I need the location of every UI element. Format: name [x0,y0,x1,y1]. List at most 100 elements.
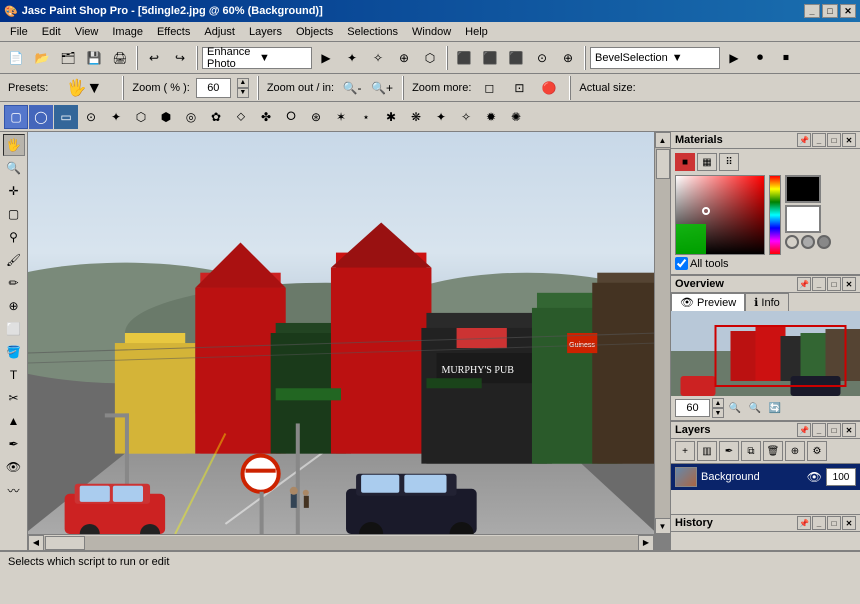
effect-e[interactable]: ✿ [204,105,228,129]
effect1[interactable]: ✦ [340,46,364,70]
zoom-up[interactable]: ▲ [237,78,249,88]
effect3[interactable]: ⊕ [392,46,416,70]
color3[interactable]: ⬛ [504,46,528,70]
menu-file[interactable]: File [4,24,34,40]
menu-view[interactable]: View [69,24,105,40]
script-stop[interactable]: ⏹ [774,46,798,70]
effect-f[interactable]: ⬦ [229,105,253,129]
overview-zoom-up[interactable]: ▲ [712,398,724,408]
overview-max[interactable]: □ [827,277,841,291]
scroll-v-track[interactable] [655,148,670,518]
scroll-h-thumb[interactable] [45,536,85,550]
layer-row-background[interactable]: Background 👁 [671,464,860,490]
enhance-photo-dropdown[interactable]: Enhance Photo ▼ [202,47,312,69]
overview-panel-controls[interactable]: 📌 _ □ ✕ [797,277,856,291]
background-swatch[interactable] [785,205,821,233]
new-button[interactable]: 📄 [4,46,28,70]
effect-j[interactable]: ✶ [329,105,353,129]
layers-panel-controls[interactable]: 📌 _ □ ✕ [797,423,856,437]
tool-text[interactable]: T [3,364,25,386]
effect-p[interactable]: ✹ [479,105,503,129]
tool-smudge[interactable]: 〰 [3,479,25,501]
zoom-more-1[interactable]: ◻ [477,76,501,100]
merge-button[interactable]: ⊕ [785,441,805,461]
menu-help[interactable]: Help [459,24,494,40]
tool-pencil[interactable]: ✏ [3,272,25,294]
materials-min[interactable]: _ [812,133,826,147]
layers-pin[interactable]: 📌 [797,423,811,437]
tool-pen[interactable]: ✒ [3,433,25,455]
vertical-scrollbar[interactable]: ▲ ▼ [654,132,670,534]
history-panel-controls[interactable]: 📌 _ □ ✕ [797,516,856,530]
tool-paint[interactable]: 🖌 [3,249,25,271]
menu-selections[interactable]: Selections [341,24,404,40]
tool-redeye[interactable]: 👁 [3,456,25,478]
layers-max[interactable]: □ [827,423,841,437]
scroll-down-button[interactable]: ▼ [655,518,671,534]
overview-preview-tab[interactable]: 👁 Preview [671,293,745,311]
menu-effects[interactable]: Effects [151,24,196,40]
color4[interactable]: ⊙ [530,46,554,70]
color1[interactable]: ⬛ [452,46,476,70]
all-tools-checkbox[interactable] [675,257,688,270]
effect-d[interactable]: ◎ [179,105,203,129]
effect-a[interactable]: ✦ [104,105,128,129]
scroll-h-track[interactable] [44,536,638,550]
script-rec[interactable]: ⏺ [748,46,772,70]
tool-pan[interactable]: 🖐 [3,134,25,156]
redo-button[interactable]: ↪ [168,46,192,70]
mat-tab-pattern[interactable]: ⠿ [719,153,739,171]
sel-ellipse[interactable]: ◯ [29,105,53,129]
save-button[interactable]: 💾 [82,46,106,70]
materials-close[interactable]: ✕ [842,133,856,147]
new-raster-button[interactable]: ▥ [697,441,717,461]
overview-zoom-down[interactable]: ▼ [712,408,724,418]
history-min[interactable]: _ [812,516,826,530]
menu-objects[interactable]: Objects [290,24,339,40]
mat-tab-solid[interactable]: ■ [675,153,695,171]
effect-c[interactable]: ⬢ [154,105,178,129]
overview-tabs[interactable]: 👁 Preview ℹ Info [671,293,860,311]
history-pin[interactable]: 📌 [797,516,811,530]
open-button[interactable]: 📂 [30,46,54,70]
overview-info-tab[interactable]: ℹ Info [745,293,789,311]
layers-toolbar[interactable]: + ▥ ✒ ⧉ 🗑 ⊕ ⚙ [671,439,860,464]
zoom-input[interactable] [196,78,231,98]
foreground-swatch[interactable] [785,175,821,203]
materials-max[interactable]: □ [827,133,841,147]
zoom-more-2[interactable]: ⊡ [507,76,531,100]
color-spectrum[interactable] [675,175,765,255]
presets-dropdown[interactable]: 🖐▼ [54,76,114,100]
color5[interactable]: ⊕ [556,46,580,70]
overview-zoom-out[interactable]: 🔍 [726,399,744,417]
tool-crop[interactable]: ✂ [3,387,25,409]
delete-layer-button[interactable]: 🗑 [763,441,783,461]
browse-button[interactable]: 🗂 [56,46,80,70]
transparent-option[interactable] [785,235,799,249]
overview-reset[interactable]: 🔄 [766,399,784,417]
overview-close[interactable]: ✕ [842,277,856,291]
overview-min[interactable]: _ [812,277,826,291]
overview-zoom-input[interactable] [675,399,710,417]
zoom-more-3[interactable]: 🔴 [537,76,561,100]
hue-bar[interactable] [769,175,781,255]
script-play[interactable]: ▶ [722,46,746,70]
effect-o[interactable]: ✧ [454,105,478,129]
maximize-button[interactable]: □ [822,4,838,18]
overview-pin[interactable]: 📌 [797,277,811,291]
sel-rect[interactable]: ▢ [4,105,28,129]
overview-zoom-spinner[interactable]: ▲ ▼ [712,398,724,418]
visibility-icon[interactable]: 👁 [807,470,822,484]
materials-panel-controls[interactable]: 📌 _ □ ✕ [797,133,856,147]
effect4[interactable]: ⬡ [418,46,442,70]
pattern-option[interactable] [817,235,831,249]
color2[interactable]: ⬛ [478,46,502,70]
layers-min[interactable]: _ [812,423,826,437]
menu-image[interactable]: Image [106,24,149,40]
tool-zoom[interactable]: 🔍 [3,157,25,179]
effect-k[interactable]: ⋆ [354,105,378,129]
new-vector-button[interactable]: ✒ [719,441,739,461]
overview-zoom-in[interactable]: 🔍 [746,399,764,417]
menu-window[interactable]: Window [406,24,457,40]
sel-custom[interactable]: ▭ [54,105,78,129]
